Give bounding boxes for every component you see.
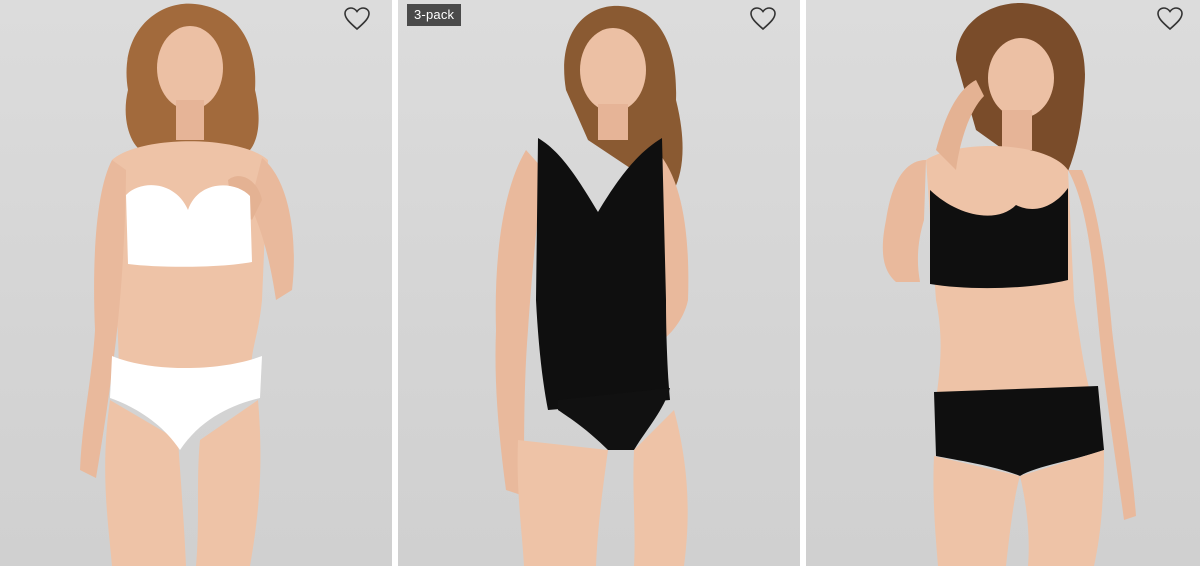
product-card-3[interactable] <box>806 0 1200 566</box>
wishlist-heart-icon[interactable] <box>749 6 777 32</box>
pack-badge: 3-pack <box>407 4 462 26</box>
wishlist-heart-icon[interactable] <box>343 6 371 32</box>
product-card-2[interactable]: 3-pack <box>398 0 800 566</box>
product-image[interactable] <box>0 0 392 566</box>
product-card-1[interactable] <box>0 0 392 566</box>
product-image[interactable] <box>806 0 1200 566</box>
wishlist-heart-icon[interactable] <box>1156 6 1184 32</box>
product-image[interactable] <box>398 0 800 566</box>
product-grid: 3-pack <box>0 0 1200 566</box>
